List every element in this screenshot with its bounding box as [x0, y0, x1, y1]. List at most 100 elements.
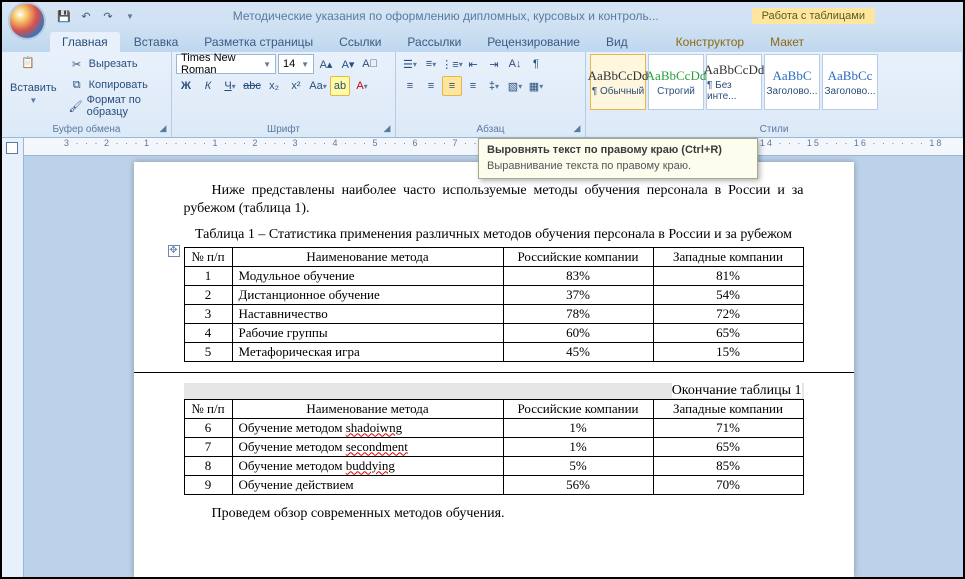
col-west[interactable]: Западные компании — [653, 247, 803, 266]
group-paragraph: ☰▾ ≡▾ ⋮≡▾ ⇤ ⇥ A↓ ¶ ≡ ≡ ≡ ≡ ‡▾ ▧▾ ▦▾ — [396, 52, 586, 137]
office-button[interactable] — [8, 2, 46, 40]
tab-review[interactable]: Рецензирование — [475, 32, 592, 52]
clipboard-dialog-launcher[interactable]: ◢ — [157, 123, 169, 135]
style-heading1[interactable]: AaBbCЗаголово... — [764, 54, 820, 110]
clear-formatting-button[interactable]: A⃠ — [360, 54, 380, 74]
tooltip-title: Выровнять текст по правому краю (Ctrl+R) — [479, 139, 757, 158]
line-spacing-button[interactable]: ‡▾ — [484, 76, 504, 96]
paragraph-outro[interactable]: Проведем обзор современных методов обуче… — [184, 505, 804, 523]
table-row[interactable]: 5Метафорическая игра45%15% — [184, 342, 803, 361]
table-continuation-label[interactable]: Окончание таблицы 1 — [184, 383, 804, 399]
copy-button[interactable]: ⧉Копировать — [65, 75, 167, 95]
table-row[interactable]: 1Модульное обучение83%81% — [184, 266, 803, 285]
table-row[interactable]: 6Обучение методом shadoiwng1%71% — [184, 418, 803, 437]
table-row[interactable]: 8Обучение методом buddying5%85% — [184, 456, 803, 475]
numbering-button[interactable]: ≡▾ — [421, 54, 441, 74]
grow-font-button[interactable]: A▴ — [316, 54, 336, 74]
align-center-button[interactable]: ≡ — [421, 76, 441, 96]
shading-button[interactable]: ▧▾ — [505, 76, 525, 96]
page[interactable]: Ниже представлены наиболее часто использ… — [134, 162, 854, 577]
col-ru[interactable]: Российские компании — [503, 247, 653, 266]
vertical-ruler[interactable] — [2, 138, 24, 577]
cut-button[interactable]: ✂Вырезать — [65, 54, 167, 74]
tab-references[interactable]: Ссылки — [327, 32, 393, 52]
style-no-spacing[interactable]: AaBbCcDd¶ Без инте... — [706, 54, 762, 110]
tab-table-layout[interactable]: Макет — [758, 32, 816, 52]
italic-button[interactable]: К — [198, 76, 218, 96]
tab-page-layout[interactable]: Разметка страницы — [192, 32, 325, 52]
contextual-tab-label: Работа с таблицами — [752, 8, 875, 24]
title-bar: 💾 ↶ ↷ ▼ Методические указания по оформле… — [2, 2, 963, 30]
col-method[interactable]: Наименование метода — [232, 399, 503, 418]
align-right-button[interactable]: ≡ — [442, 76, 462, 96]
tab-mailings[interactable]: Рассылки — [395, 32, 473, 52]
borders-button[interactable]: ▦▾ — [526, 76, 546, 96]
tab-table-design[interactable]: Конструктор — [664, 32, 756, 52]
tab-home[interactable]: Главная — [50, 32, 120, 52]
table-row[interactable]: 2Дистанционное обучение37%54% — [184, 285, 803, 304]
table-header-row[interactable]: № п/п Наименование метода Российские ком… — [184, 399, 803, 418]
brush-icon: 🖌 — [69, 98, 83, 114]
tab-view[interactable]: Вид — [594, 32, 640, 52]
paragraph-intro[interactable]: Ниже представлены наиболее часто использ… — [184, 182, 804, 218]
font-name-combo[interactable]: Times New Roman▼ — [176, 54, 276, 74]
view-ruler-toggle[interactable] — [6, 142, 18, 154]
bullets-button[interactable]: ☰▾ — [400, 54, 420, 74]
bold-button[interactable]: Ж — [176, 76, 196, 96]
justify-button[interactable]: ≡ — [463, 76, 483, 96]
undo-icon[interactable]: ↶ — [76, 6, 96, 26]
style-strong[interactable]: AaBbCcDdСтрогий — [648, 54, 704, 110]
table-1-continued[interactable]: № п/п Наименование метода Российские ком… — [184, 399, 804, 495]
font-size-combo[interactable]: 14▼ — [278, 54, 314, 74]
sort-button[interactable]: A↓ — [505, 54, 525, 74]
qat-customize-icon[interactable]: ▼ — [120, 6, 140, 26]
paste-button[interactable]: 📋 Вставить ▼ — [6, 54, 61, 107]
table-header-row[interactable]: № п/п Наименование метода Российские ком… — [184, 247, 803, 266]
align-left-button[interactable]: ≡ — [400, 76, 420, 96]
col-west[interactable]: Западные компании — [653, 399, 803, 418]
decrease-indent-button[interactable]: ⇤ — [463, 54, 483, 74]
font-dialog-launcher[interactable]: ◢ — [381, 123, 393, 135]
increase-indent-button[interactable]: ⇥ — [484, 54, 504, 74]
workspace: 3 · · · 2 · · · 1 · · · · · · 1 · · · 2 … — [2, 138, 963, 577]
col-number[interactable]: № п/п — [184, 247, 232, 266]
show-marks-button[interactable]: ¶ — [526, 54, 546, 74]
group-clipboard-label: Буфер обмена — [6, 124, 167, 137]
table-1[interactable]: № п/п Наименование метода Российские ком… — [184, 247, 804, 362]
table-row[interactable]: 9Обучение действием56%70% — [184, 475, 803, 494]
redo-icon[interactable]: ↷ — [98, 6, 118, 26]
table-row[interactable]: 3Наставничество78%72% — [184, 304, 803, 323]
copy-label: Копировать — [89, 79, 148, 91]
group-font-label: Шрифт — [176, 124, 391, 137]
table-caption[interactable]: Таблица 1 – Статистика применения различ… — [184, 226, 804, 244]
style-heading2[interactable]: AaBbCcЗаголово... — [822, 54, 878, 110]
paste-icon: 📋 — [21, 56, 45, 80]
scissors-icon: ✂ — [69, 56, 85, 72]
multilevel-button[interactable]: ⋮≡▾ — [442, 54, 462, 74]
paragraph-dialog-launcher[interactable]: ◢ — [571, 123, 583, 135]
group-styles: AaBbCcDd¶ Обычный AaBbCcDdСтрогий AaBbCc… — [586, 52, 963, 137]
table-row[interactable]: 4Рабочие группы60%65% — [184, 323, 803, 342]
tab-insert[interactable]: Вставка — [122, 32, 191, 52]
subscript-button[interactable]: x₂ — [264, 76, 284, 96]
underline-button[interactable]: Ч▾ — [220, 76, 240, 96]
font-name-value: Times New Roman — [181, 52, 263, 76]
font-size-value: 14 — [283, 58, 295, 70]
table-row[interactable]: 7Обучение методом secondment1%65% — [184, 437, 803, 456]
style-normal[interactable]: AaBbCcDd¶ Обычный — [590, 54, 646, 110]
document-area[interactable]: Ниже представлены наиболее часто использ… — [24, 156, 963, 577]
col-ru[interactable]: Российские компании — [503, 399, 653, 418]
format-painter-button[interactable]: 🖌Формат по образцу — [65, 96, 167, 116]
strikethrough-button[interactable]: abc — [242, 76, 262, 96]
quick-access-toolbar: 💾 ↶ ↷ ▼ — [54, 6, 140, 26]
shrink-font-button[interactable]: A▾ — [338, 54, 358, 74]
col-method[interactable]: Наименование метода — [232, 247, 503, 266]
col-number[interactable]: № п/п — [184, 399, 232, 418]
highlight-button[interactable]: ab — [330, 76, 350, 96]
table-move-handle-icon[interactable]: ✥ — [168, 245, 180, 257]
style-gallery[interactable]: AaBbCcDd¶ Обычный AaBbCcDdСтрогий AaBbCc… — [590, 54, 878, 110]
change-case-button[interactable]: Aa▾ — [308, 76, 328, 96]
superscript-button[interactable]: x² — [286, 76, 306, 96]
save-icon[interactable]: 💾 — [54, 6, 74, 26]
font-color-button[interactable]: A▾ — [352, 76, 372, 96]
